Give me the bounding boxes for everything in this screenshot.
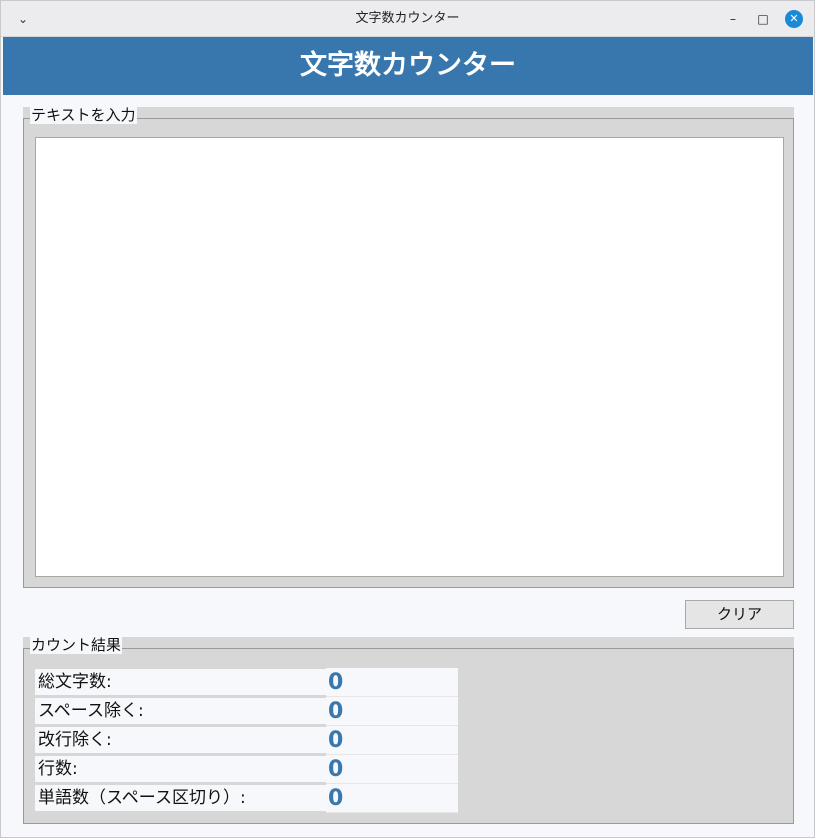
result-row-lines: 行数: 0 xyxy=(35,755,458,784)
clear-button[interactable]: クリア xyxy=(685,600,794,629)
results-list: 総文字数: 0 スペース除く: 0 改行除く: 0 行数: 0 単語数（スペース… xyxy=(35,668,458,813)
result-label: 総文字数: xyxy=(35,669,326,695)
result-label: 改行除く: xyxy=(35,727,326,753)
result-value: 0 xyxy=(326,668,458,697)
window-title: 文字数カウンター xyxy=(355,11,460,26)
maximize-icon[interactable]: □ xyxy=(753,9,773,29)
input-group-label: テキストを入力 xyxy=(30,106,137,124)
result-row-without-spaces: スペース除く: 0 xyxy=(35,697,458,726)
result-row-words: 単語数（スペース区切り）: 0 xyxy=(35,784,458,813)
count-results-group: カウント結果 総文字数: 0 スペース除く: 0 改行除く: 0 行数: 0 単… xyxy=(23,636,794,824)
result-value: 0 xyxy=(326,755,458,784)
result-row-total-chars: 総文字数: 0 xyxy=(35,668,458,697)
results-group-label: カウント結果 xyxy=(30,636,123,654)
header-title: 文字数カウンター xyxy=(300,50,516,81)
close-icon[interactable]: ✕ xyxy=(785,10,803,28)
group-top-strip xyxy=(23,107,794,118)
result-row-without-newlines: 改行除く: 0 xyxy=(35,726,458,755)
result-label: 単語数（スペース区切り）: xyxy=(35,785,326,811)
text-input-group: テキストを入力 xyxy=(23,106,794,588)
result-value: 0 xyxy=(326,697,458,726)
result-label: スペース除く: xyxy=(35,698,326,724)
app-header: 文字数カウンター xyxy=(3,37,813,95)
result-value: 0 xyxy=(326,784,458,813)
title-bar: ⌄ 文字数カウンター – □ ✕ xyxy=(1,1,814,37)
text-input-area[interactable] xyxy=(35,137,784,577)
result-label: 行数: xyxy=(35,756,326,782)
result-value: 0 xyxy=(326,726,458,755)
app-window: ⌄ 文字数カウンター – □ ✕ 文字数カウンター テキストを入力 クリア カウ… xyxy=(0,0,815,838)
minimize-icon[interactable]: – xyxy=(723,9,743,29)
group-top-strip xyxy=(23,637,794,648)
